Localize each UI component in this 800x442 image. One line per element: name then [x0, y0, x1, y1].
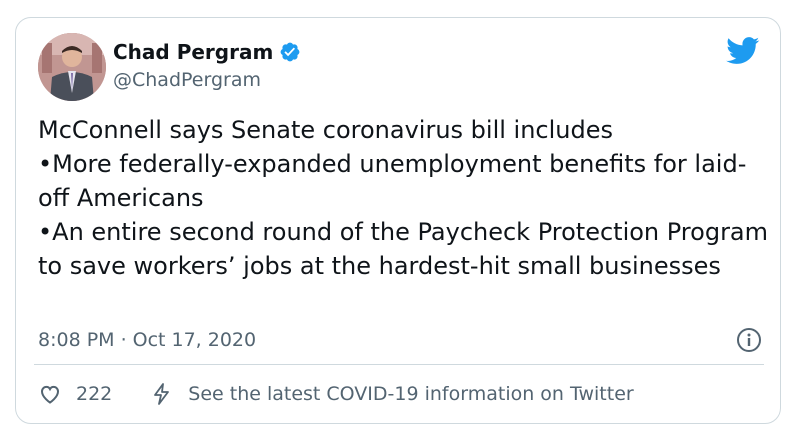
- lightning-bolt-icon[interactable]: [150, 382, 174, 406]
- twitter-bird-icon[interactable]: [726, 37, 760, 65]
- tweet-date[interactable]: Oct 17, 2020: [133, 327, 257, 353]
- tweet-actions: 222 See the latest COVID-19 information …: [38, 381, 634, 407]
- tweet-timestamp[interactable]: 8:08 PM · Oct 17, 2020: [38, 327, 256, 353]
- meta-separator: ·: [120, 329, 127, 351]
- tweet-time[interactable]: 8:08 PM: [38, 327, 115, 353]
- info-icon[interactable]: [736, 327, 762, 353]
- covid-info-link[interactable]: See the latest COVID-19 information on T…: [188, 381, 633, 407]
- author-handle[interactable]: @ChadPergram: [113, 68, 261, 92]
- author-name[interactable]: Chad Pergram: [113, 40, 273, 64]
- avatar[interactable]: [38, 33, 106, 101]
- like-count[interactable]: 222: [76, 381, 112, 407]
- divider: [34, 364, 764, 365]
- heart-icon[interactable]: [38, 382, 62, 406]
- tweet-text: McConnell says Senate coronavirus bill i…: [38, 116, 769, 280]
- verified-badge-icon: [280, 42, 300, 62]
- avatar-image: [38, 33, 106, 101]
- author-name-row[interactable]: Chad Pergram: [113, 40, 301, 64]
